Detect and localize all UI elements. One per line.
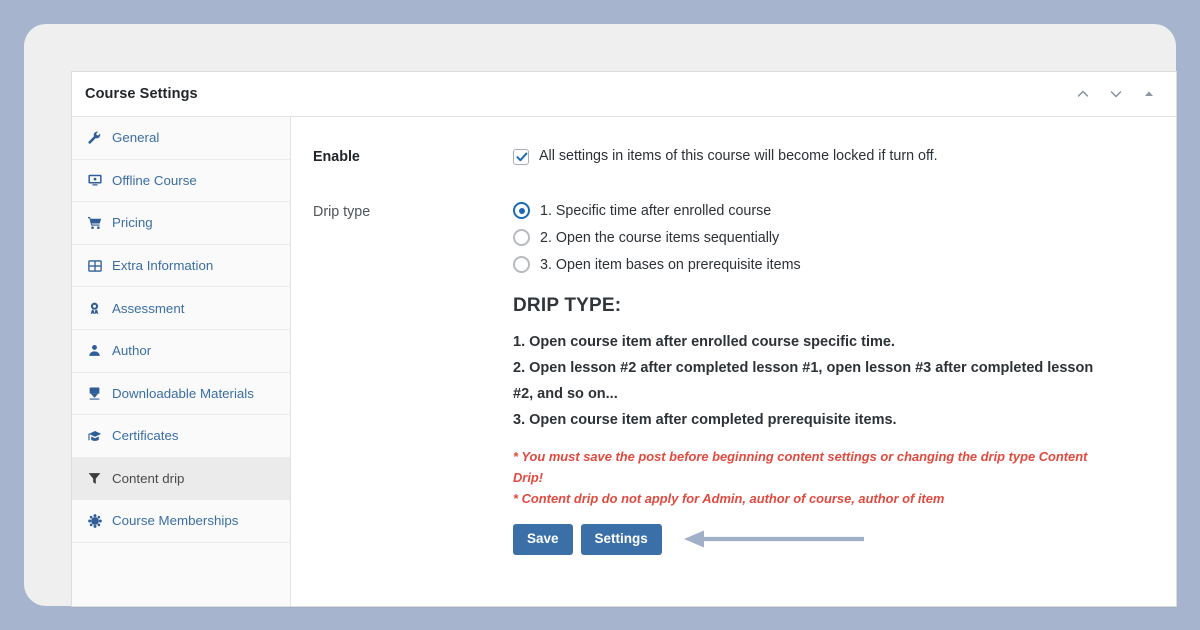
sidebar-item-label: Downloadable Materials xyxy=(112,385,254,401)
sidebar-item-label: Extra Information xyxy=(112,257,214,273)
sidebar-item-label: Pricing xyxy=(112,215,153,231)
window-frame: Course Settings General Offline Course P… xyxy=(24,24,1177,607)
user-icon xyxy=(86,344,103,357)
drip-type-radio-2[interactable] xyxy=(513,229,530,246)
settings-button[interactable]: Settings xyxy=(580,524,662,555)
collapse-up-icon[interactable] xyxy=(1075,86,1091,102)
drip-type-label: Drip type xyxy=(313,204,371,220)
drip-type-option-1[interactable]: 1. Specific time after enrolled course xyxy=(513,202,1160,219)
sidebar-item-downloadable-materials[interactable]: Downloadable Materials xyxy=(72,373,290,416)
drip-type-field-row: Drip type 1. Specific time after enrolle… xyxy=(291,202,1176,273)
content-drip-settings: Enable All settings in items of this cou… xyxy=(291,117,1176,606)
sidebar-item-label: General xyxy=(112,130,160,146)
toggle-panel-icon[interactable] xyxy=(1141,86,1157,102)
enable-field-row: Enable All settings in items of this cou… xyxy=(291,147,1176,165)
action-buttons: Save Settings xyxy=(513,524,1116,555)
sidebar-item-pricing[interactable]: Pricing xyxy=(72,202,290,245)
panel-titlebar: Course Settings xyxy=(72,72,1176,117)
save-button[interactable]: Save xyxy=(513,524,573,555)
drip-type-option-3[interactable]: 3. Open item bases on prerequisite items xyxy=(513,256,1160,273)
funnel-icon xyxy=(86,472,103,485)
notice-save-post: * You must save the post before beginnin… xyxy=(513,449,1088,485)
drip-type-option-label: 3. Open item bases on prerequisite items xyxy=(540,256,801,273)
users-group-icon xyxy=(86,514,103,528)
drip-type-option-label: 2. Open the course items sequentially xyxy=(540,229,780,246)
monitor-icon xyxy=(86,173,103,187)
sidebar-item-label: Certificates xyxy=(112,428,179,444)
enable-label: Enable xyxy=(313,149,360,165)
award-icon xyxy=(86,302,103,315)
sidebar-item-label: Assessment xyxy=(112,300,185,316)
enable-checkbox[interactable] xyxy=(513,149,529,165)
drip-type-option-label: 1. Specific time after enrolled course xyxy=(540,202,772,219)
sidebar-item-content-drip[interactable]: Content drip xyxy=(72,457,290,501)
drip-type-description-line: 3. Open course item after completed prer… xyxy=(513,412,897,428)
drip-type-option-2[interactable]: 2. Open the course items sequentially xyxy=(513,229,1160,246)
drip-type-description-title: DRIP TYPE: xyxy=(513,295,622,316)
sidebar-item-assessment[interactable]: Assessment xyxy=(72,287,290,330)
sidebar-item-certificates[interactable]: Certificates xyxy=(72,415,290,458)
drip-type-description-line: 1. Open course item after enrolled cours… xyxy=(513,334,895,350)
titlebar-actions xyxy=(1075,86,1162,102)
table-icon xyxy=(86,259,103,273)
course-settings-panel: Course Settings General Offline Course P… xyxy=(71,71,1177,607)
drip-type-description: DRIP TYPE: 1. Open course item after enr… xyxy=(291,295,1176,555)
sidebar-item-label: Content drip xyxy=(112,470,185,486)
enable-control: All settings in items of this course wil… xyxy=(513,147,1176,165)
cart-icon xyxy=(86,216,103,230)
sidebar-item-course-memberships[interactable]: Course Memberships xyxy=(72,500,290,543)
wrench-icon xyxy=(86,131,103,144)
drip-type-radio-1[interactable] xyxy=(513,202,530,219)
panel-body: General Offline Course Pricing Extra Inf… xyxy=(72,117,1176,606)
sidebar-item-label: Author xyxy=(112,343,152,359)
drip-type-radio-3[interactable] xyxy=(513,256,530,273)
sidebar-item-offline-course[interactable]: Offline Course xyxy=(72,160,290,203)
sidebar-item-general[interactable]: General xyxy=(72,117,290,160)
drip-type-options: 1. Specific time after enrolled course 2… xyxy=(513,202,1176,273)
download-icon xyxy=(86,387,103,400)
page-title: Course Settings xyxy=(85,86,198,102)
sidebar-item-author[interactable]: Author xyxy=(72,330,290,373)
drip-type-description-line: 2. Open lesson #2 after completed lesson… xyxy=(513,360,1094,402)
pointer-arrow xyxy=(678,529,870,549)
settings-sidebar: General Offline Course Pricing Extra Inf… xyxy=(72,117,291,606)
notice-admin-exempt: * Content drip do not apply for Admin, a… xyxy=(513,491,945,506)
enable-description: All settings in items of this course wil… xyxy=(539,148,938,164)
sidebar-item-extra-information[interactable]: Extra Information xyxy=(72,245,290,288)
sidebar-item-label: Course Memberships xyxy=(112,513,239,529)
sidebar-item-label: Offline Course xyxy=(112,172,197,188)
expand-down-icon[interactable] xyxy=(1108,86,1124,102)
graduation-cap-icon xyxy=(86,429,103,443)
